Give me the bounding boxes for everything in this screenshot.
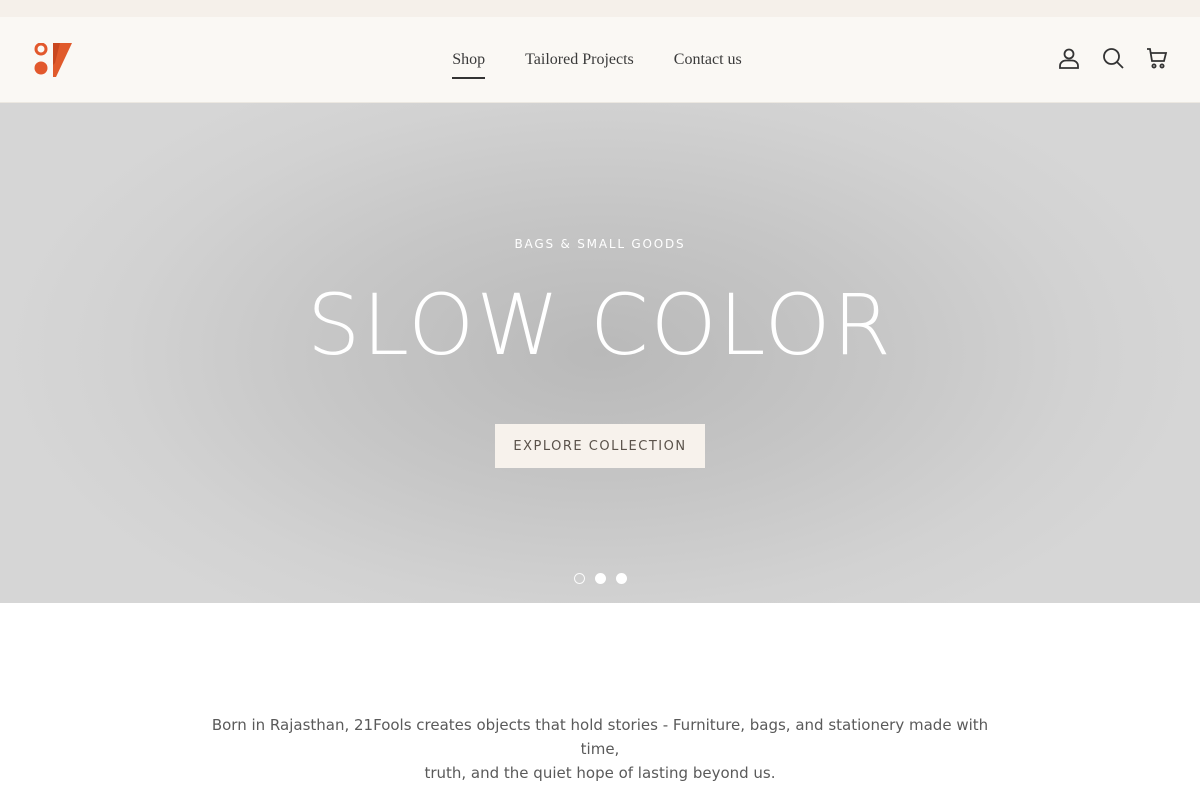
- announcement-bar: [0, 0, 1200, 17]
- cart-icon[interactable]: [1145, 46, 1169, 70]
- main-nav: Shop Tailored Projects Contact us: [0, 17, 1200, 103]
- intro-line-2: truth, and the quiet hope of lasting bey…: [424, 764, 776, 782]
- account-icon[interactable]: [1057, 46, 1081, 70]
- hero-title: SLOW COLOR: [306, 276, 894, 374]
- slide-dot-2[interactable]: [594, 573, 606, 584]
- explore-collection-button[interactable]: EXPLORE COLLECTION: [495, 424, 705, 468]
- hero-eyebrow: BAGS & SMALL GOODS: [514, 237, 686, 251]
- nav-tailored-projects[interactable]: Tailored Projects: [525, 50, 634, 70]
- slide-dot-3[interactable]: [615, 573, 627, 584]
- slide-dots: [0, 573, 1200, 584]
- search-icon[interactable]: [1101, 46, 1125, 70]
- nav-contact-us[interactable]: Contact us: [674, 50, 742, 70]
- intro-line-1: Born in Rajasthan, 21Fools creates objec…: [211, 716, 989, 758]
- nav-shop[interactable]: Shop: [452, 50, 485, 79]
- site-header: Shop Tailored Projects Contact us: [0, 17, 1200, 103]
- hero-banner: BAGS & SMALL GOODS SLOW COLOR EXPLORE CO…: [0, 103, 1200, 603]
- intro-text: Born in Rajasthan, 21Fools creates objec…: [200, 713, 1000, 785]
- slide-dot-1[interactable]: [573, 573, 585, 584]
- header-icons: [1057, 46, 1169, 70]
